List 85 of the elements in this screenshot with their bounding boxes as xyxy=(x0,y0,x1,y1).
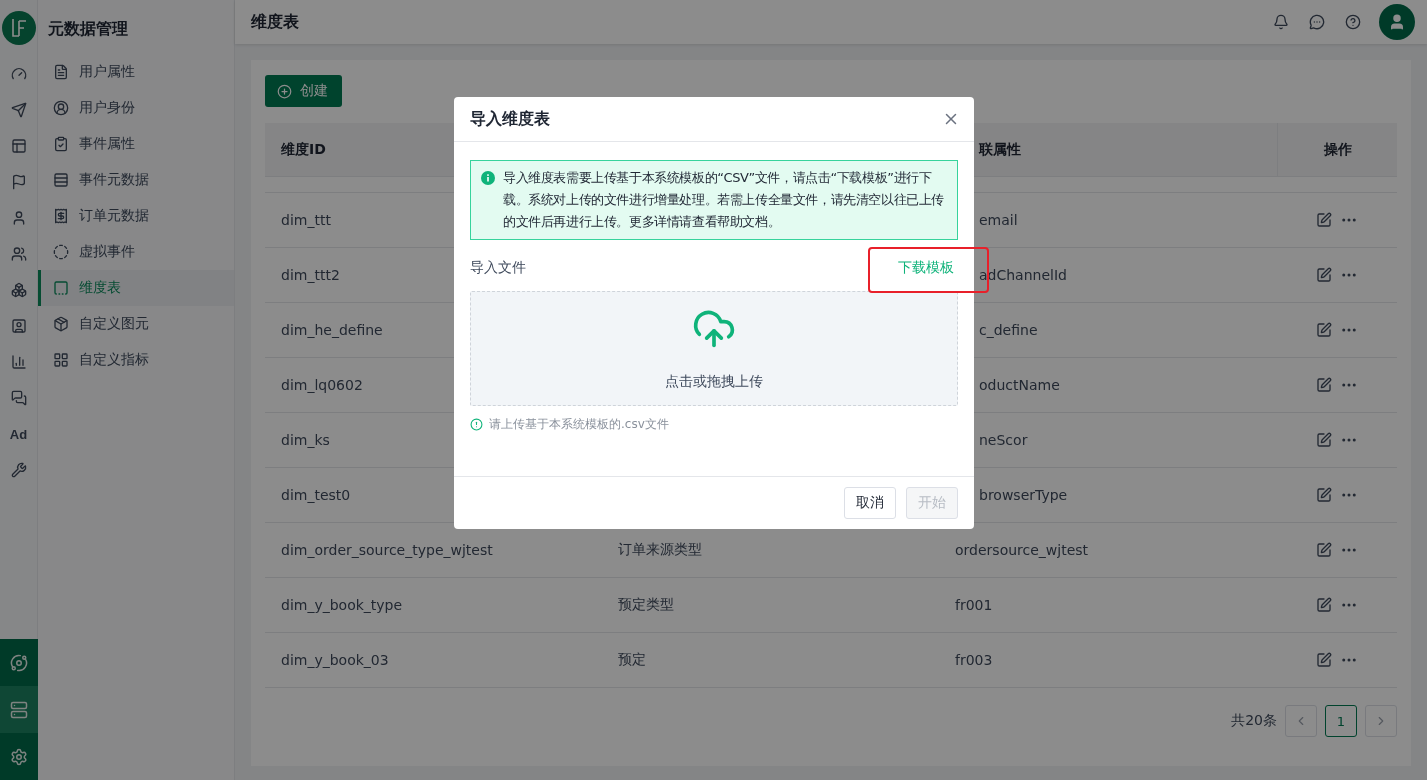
menu-item[interactable]: 用户身份 xyxy=(38,90,234,126)
help-icon xyxy=(1345,14,1361,30)
hint-icon xyxy=(470,418,483,431)
total-count: 共20条 xyxy=(1231,712,1277,730)
message-icon xyxy=(1309,14,1325,30)
page-button[interactable]: 1 xyxy=(1325,705,1357,737)
table-cell: dim_he_define xyxy=(281,322,383,338)
contact-icon xyxy=(10,318,27,334)
table-cell: fr001 xyxy=(955,597,993,613)
edit-icon[interactable] xyxy=(1316,542,1332,558)
page-title: 维度表 xyxy=(251,11,300,33)
edit-icon[interactable] xyxy=(1316,432,1332,448)
wrench-icon xyxy=(10,462,27,478)
download-template-link[interactable]: 下载模板 xyxy=(898,259,954,277)
cluster-icon xyxy=(10,282,27,298)
server-icon xyxy=(9,700,28,719)
clipboard-icon xyxy=(53,136,69,152)
gauge-icon xyxy=(10,66,27,82)
ad-label[interactable]: Ad xyxy=(9,416,28,452)
table-cell: dim_lq0602 xyxy=(281,377,363,393)
dashed-circle-icon xyxy=(53,244,69,260)
dialog-title: 导入维度表 xyxy=(470,108,550,130)
flag-icon xyxy=(10,174,27,190)
table-cell: dim_ttt2 xyxy=(281,267,340,283)
edit-icon[interactable] xyxy=(1316,212,1332,228)
table-cell: ordersource_wjtest xyxy=(955,542,1089,558)
table-cell: email xyxy=(979,212,1018,228)
edit-icon[interactable] xyxy=(1316,597,1332,613)
menu-item[interactable]: 自定义指标 xyxy=(38,342,234,378)
menu-item[interactable]: 虚拟事件 xyxy=(38,234,234,270)
menu-item[interactable]: 维度表 xyxy=(38,270,234,306)
bar-chart-icon xyxy=(10,354,27,370)
upload-dropzone[interactable]: 点击或拖拽上传 xyxy=(470,291,958,406)
table-cell: 预定类型 xyxy=(618,596,674,614)
menu-item[interactable]: 事件属性 xyxy=(38,126,234,162)
alert-text: 导入维度表需要上传基于本系统模板的“CSV”文件，请点击“下载模板”进行下载。系统对上传的文件进行增量处理。若需上传全量文件，请先清空以往已上传的文件后再进行上传。更多详情请查看帮助文档。 xyxy=(503,169,945,231)
table-cell: c_define xyxy=(979,322,1038,338)
column-header: 联属性 xyxy=(977,139,1022,159)
user-circle-icon xyxy=(53,100,69,116)
menu-title: 元数据管理 xyxy=(47,18,129,40)
table-cell: dim_test0 xyxy=(281,487,351,503)
users-icon xyxy=(10,246,27,262)
table-cell: browserType xyxy=(979,487,1068,503)
upload-text: 点击或拖拽上传 xyxy=(665,372,763,391)
field-label: 导入文件 xyxy=(470,259,526,277)
grid-icon xyxy=(53,352,69,368)
orbit-icon xyxy=(9,653,28,672)
menu-item[interactable]: 自定义图元 xyxy=(38,306,234,342)
plus-icon xyxy=(277,83,292,99)
layout-icon xyxy=(10,138,27,154)
package-icon xyxy=(53,316,69,332)
hint-text: 请上传基于本系统模板的.csv文件 xyxy=(489,416,669,433)
chat-icon xyxy=(10,390,27,406)
settings-icon xyxy=(9,747,28,766)
document-icon xyxy=(53,64,69,80)
menu-item[interactable]: 事件元数据 xyxy=(38,162,234,198)
edit-icon[interactable] xyxy=(1316,267,1332,283)
menu-item[interactable]: 用户属性 xyxy=(38,54,234,90)
dialog-button[interactable]: 取消 xyxy=(844,487,896,519)
column-header: 维度ID xyxy=(280,139,327,159)
rows-icon xyxy=(53,172,69,188)
table-icon xyxy=(53,280,69,296)
edit-icon[interactable] xyxy=(1316,377,1332,393)
user-icon xyxy=(1388,13,1406,31)
menu-item[interactable]: 订单元数据 xyxy=(38,198,234,234)
table-cell: dim_ttt xyxy=(281,212,331,228)
create-button[interactable]: 创建 xyxy=(265,75,342,107)
info-icon xyxy=(481,171,495,185)
send-icon xyxy=(10,102,27,118)
avatar[interactable] xyxy=(1379,4,1415,40)
table-cell: 订单来源类型 xyxy=(618,541,702,559)
table-cell: oductName xyxy=(979,377,1060,393)
table-cell: fr003 xyxy=(955,652,993,668)
edit-icon[interactable] xyxy=(1316,652,1332,668)
edit-icon[interactable] xyxy=(1316,487,1332,503)
bell-icon xyxy=(1273,14,1289,30)
column-header: 操作 xyxy=(1277,123,1397,176)
table-cell: neScor xyxy=(979,432,1028,448)
table-cell: dim_ks xyxy=(281,432,330,448)
receipt-icon xyxy=(53,208,69,224)
edit-icon[interactable] xyxy=(1316,322,1332,338)
table-cell: dim_y_book_type xyxy=(281,597,403,613)
table-cell: dim_order_source_type_wjtest xyxy=(281,542,493,558)
table-cell: 预定 xyxy=(618,651,646,669)
table-cell: dim_y_book_03 xyxy=(281,652,389,668)
